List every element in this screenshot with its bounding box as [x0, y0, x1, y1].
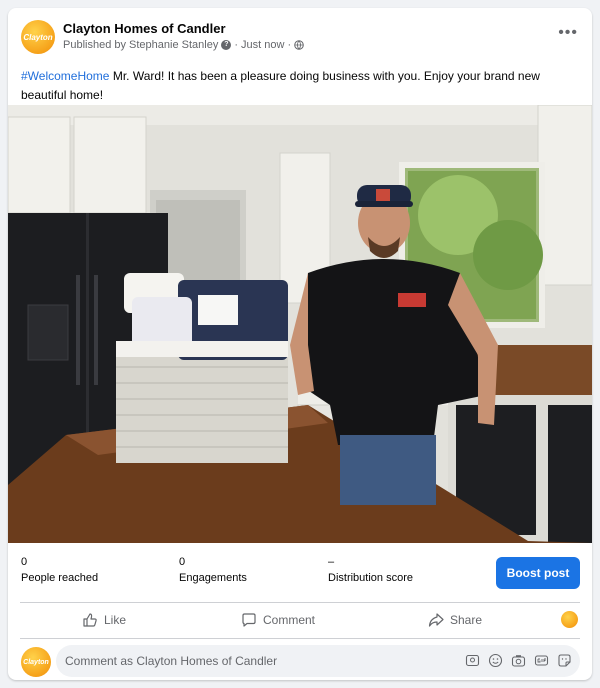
post-photo[interactable] — [8, 105, 592, 543]
post-time[interactable]: Just now — [241, 39, 284, 51]
people-reached-stat[interactable]: 0 People reached — [21, 555, 98, 585]
distribution-score-value: – — [328, 556, 335, 568]
gif-icon[interactable] — [534, 653, 549, 668]
comment-composer: Clayton Comment as Clayton Homes of Cand… — [8, 644, 592, 680]
like-button[interactable]: Like — [82, 602, 126, 638]
people-reached-label: People reached — [21, 572, 99, 584]
emoji-icon[interactable] — [488, 653, 503, 668]
share-button[interactable]: Share — [428, 602, 482, 638]
comment-placeholder: Comment as Clayton Homes of Candler — [65, 654, 278, 668]
divider — [20, 638, 580, 639]
people-reached-value: 0 — [21, 556, 28, 568]
meta-separator: · — [234, 39, 239, 51]
published-by: Published by Stephanie Stanley — [63, 39, 219, 51]
comment-label: Comment — [263, 613, 316, 627]
info-icon[interactable]: ? — [221, 40, 232, 50]
comment-input[interactable]: Comment as Clayton Homes of Candler — [56, 645, 580, 677]
distribution-score-stat[interactable]: – Distribution score — [328, 555, 413, 585]
page-name[interactable]: Clayton Homes of Candler — [63, 21, 226, 36]
more-options-button[interactable]: ••• — [558, 24, 578, 42]
reaction-as-page-avatar[interactable] — [561, 611, 578, 628]
insights-row: 0 People reached 0 Engagements – Distrib… — [8, 543, 592, 601]
sticker-icon[interactable] — [557, 653, 572, 668]
commenter-avatar[interactable]: Clayton — [21, 647, 51, 677]
like-label: Like — [104, 613, 127, 627]
engagements-value: 0 — [179, 556, 186, 568]
avatar-sticker-icon[interactable] — [465, 653, 480, 668]
post-card: Clayton Clayton Homes of Candler Publish… — [8, 8, 592, 680]
boost-post-button[interactable]: Boost post — [496, 557, 580, 589]
distribution-score-label: Distribution score — [328, 572, 413, 584]
photo-illustration — [8, 105, 592, 543]
camera-icon[interactable] — [511, 653, 526, 668]
comment-tools — [465, 653, 572, 668]
hashtag-link[interactable]: #WelcomeHome — [21, 69, 109, 83]
comment-icon — [242, 613, 256, 627]
post-meta: Published by Stephanie Stanley ? · Just … — [63, 39, 304, 51]
engagements-stat[interactable]: 0 Engagements — [179, 555, 247, 585]
share-icon — [428, 613, 444, 627]
action-bar: Like Comment Share — [8, 602, 592, 638]
globe-icon — [294, 40, 304, 50]
post-header: Clayton Clayton Homes of Candler Publish… — [8, 8, 592, 64]
engagements-label: Engagements — [179, 572, 247, 584]
page-avatar[interactable]: Clayton — [21, 20, 55, 54]
commenter-avatar-text: Clayton — [23, 658, 49, 666]
comment-button[interactable]: Comment — [241, 602, 315, 638]
share-label: Share — [450, 613, 483, 627]
meta-separator: · — [287, 39, 292, 51]
avatar-logo-text: Clayton — [23, 32, 53, 42]
post-text: #WelcomeHome Mr. Ward! It has been a ple… — [21, 67, 581, 105]
thumbs-up-icon — [83, 613, 97, 627]
